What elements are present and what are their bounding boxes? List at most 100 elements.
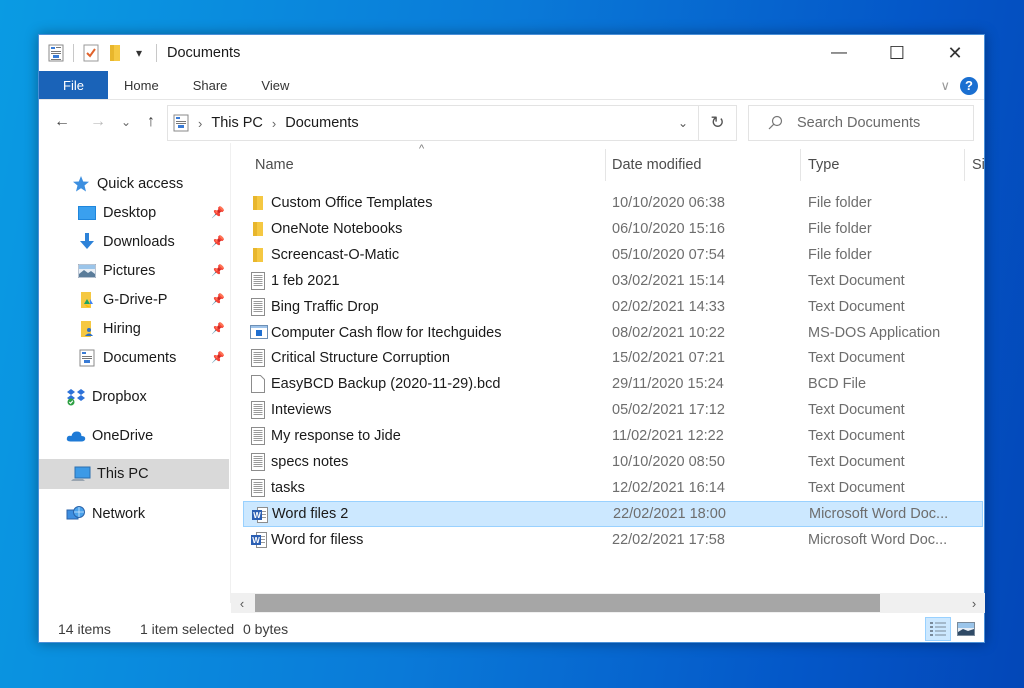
file-type: Microsoft Word Doc...: [808, 531, 948, 548]
file-type: BCD File: [808, 376, 867, 393]
file-row[interactable]: Computer Cash flow for Itechguides 08/02/…: [243, 320, 983, 346]
text-document-icon: [250, 453, 268, 471]
sidebar-item-label: Desktop: [103, 204, 157, 221]
file-date-modified: 29/11/2020 15:24: [612, 376, 724, 393]
file-type: Text Document: [808, 454, 905, 470]
pin-icon[interactable]: 📌: [211, 293, 225, 306]
file-name: OneNote Notebooks: [271, 220, 403, 237]
forward-button[interactable]: →: [87, 111, 109, 133]
minimize-button[interactable]: —: [810, 35, 868, 71]
sidebar-item-pictures[interactable]: Pictures 📌: [39, 256, 229, 285]
file-row[interactable]: specs notes 10/10/2020 08:50 Text Document: [243, 449, 983, 475]
pin-icon[interactable]: 📌: [211, 206, 225, 219]
column-divider[interactable]: [800, 149, 801, 181]
column-divider[interactable]: [964, 149, 965, 181]
recent-locations-button[interactable]: ⌄: [119, 111, 133, 133]
tab-home[interactable]: Home: [108, 71, 176, 99]
scrollbar-thumb[interactable]: [255, 594, 880, 612]
tab-share[interactable]: Share: [176, 71, 245, 99]
window-controls: — ☐ ✕: [810, 35, 984, 71]
up-button[interactable]: ↑: [141, 111, 161, 133]
sidebar-item-dropbox[interactable]: Dropbox: [39, 382, 229, 411]
toolbar-divider: [73, 44, 74, 62]
details-view-icon: [930, 622, 946, 636]
file-name: tasks: [271, 479, 305, 496]
search-box[interactable]: [748, 105, 974, 141]
file-name: Word files 2: [272, 505, 349, 522]
file-date-modified: 22/02/2021 18:00: [613, 505, 726, 522]
column-header-type[interactable]: Type: [808, 143, 958, 187]
pin-icon[interactable]: 📌: [211, 235, 225, 248]
close-button[interactable]: ✕: [926, 35, 984, 71]
breadcrumb-documents[interactable]: Documents: [285, 115, 358, 131]
properties-icon[interactable]: [47, 43, 65, 63]
back-button[interactable]: ←: [51, 111, 73, 133]
sidebar-item-quick-access[interactable]: Quick access: [39, 169, 229, 198]
navigation-pane: Quick access Desktop 📌 Downloads 📌 Pictu…: [39, 145, 229, 605]
address-dropdown-button[interactable]: ⌄: [668, 106, 698, 140]
expand-ribbon-icon[interactable]: ∨: [940, 78, 950, 94]
search-input[interactable]: [797, 115, 947, 131]
file-row[interactable]: OneNote Notebooks 06/10/2020 15:16 File fo…: [243, 216, 983, 242]
folder-icon: [250, 246, 268, 264]
file-row[interactable]: My response to Jide 11/02/2021 12:22 Text …: [243, 423, 983, 449]
file-date-modified: 12/02/2021 16:14: [612, 479, 725, 496]
tab-file[interactable]: File: [39, 71, 108, 99]
pin-icon[interactable]: 📌: [211, 351, 225, 364]
sidebar-item-this-pc[interactable]: This PC: [39, 459, 229, 489]
sidebar-item-onedrive[interactable]: OneDrive: [39, 421, 229, 450]
sidebar-item-desktop[interactable]: Desktop 📌: [39, 198, 229, 227]
help-icon[interactable]: ?: [960, 76, 978, 95]
download-icon: [77, 232, 97, 251]
text-document-icon: [250, 349, 268, 368]
sidebar-item-label: Network: [92, 505, 146, 522]
horizontal-scrollbar[interactable]: ‹ ›: [231, 593, 985, 613]
sidebar-item-hiring[interactable]: Hiring 📌: [39, 314, 229, 343]
scroll-right-button[interactable]: ›: [965, 593, 983, 613]
sidebar-item-network[interactable]: Network: [39, 499, 229, 528]
breadcrumb-this-pc[interactable]: This PC: [211, 115, 263, 131]
large-icons-view-button[interactable]: [953, 617, 979, 641]
file-row[interactable]: Inteviews 05/02/2021 17:12 Text Document: [243, 397, 983, 423]
sidebar-item-documents[interactable]: Documents 📌: [39, 343, 229, 372]
file-row[interactable]: Screencast-O-Matic 05/10/2020 07:54 File f…: [243, 242, 983, 268]
maximize-button[interactable]: ☐: [868, 35, 926, 71]
pin-icon[interactable]: 📌: [211, 322, 225, 335]
column-header-name[interactable]: Name: [255, 143, 595, 187]
column-header-date-modified[interactable]: Date modified: [612, 143, 792, 187]
address-bar[interactable]: › This PC › Documents ⌄: [167, 105, 699, 141]
customize-dropdown-icon[interactable]: ▾: [130, 43, 148, 63]
scroll-left-button[interactable]: ‹: [233, 593, 251, 613]
file-date-modified: 05/02/2021 17:12: [612, 402, 725, 419]
sidebar-item-label: Dropbox: [92, 388, 147, 405]
onedrive-icon: [66, 427, 86, 445]
sidebar-item-downloads[interactable]: Downloads 📌: [39, 227, 229, 256]
desktop-icon: [77, 204, 97, 222]
details-view-button[interactable]: [925, 617, 951, 641]
file-row[interactable]: Bing Traffic Drop 02/02/2021 14:33 Text Do…: [243, 294, 983, 320]
sidebar-item-g-drive-p[interactable]: G-Drive-P 📌: [39, 285, 229, 314]
sidebar-item-label: Documents: [103, 349, 177, 366]
file-type: File folder: [808, 220, 872, 237]
file-row[interactable]: Critical Structure Corruption 15/02/2021 …: [243, 345, 983, 371]
new-folder-icon[interactable]: [106, 43, 124, 63]
refresh-button[interactable]: ↻: [699, 105, 737, 141]
tab-view[interactable]: View: [244, 71, 306, 99]
checkmark-properties-icon[interactable]: [82, 43, 100, 63]
column-header-size[interactable]: Si: [972, 143, 985, 187]
file-row[interactable]: Custom Office Templates 10/10/2020 06:38 F…: [243, 190, 983, 216]
file-row[interactable]: tasks 12/02/2021 16:14 Text Document: [243, 475, 983, 501]
file-date-modified: 10/10/2020 08:50: [612, 454, 725, 470]
file-type: Text Document: [808, 428, 905, 445]
column-divider[interactable]: [605, 149, 606, 181]
network-icon: [66, 505, 86, 523]
breadcrumb-separator-icon: ›: [198, 115, 203, 131]
file-row[interactable]: 1 feb 2021 03/02/2021 15:14 Text Document: [243, 268, 983, 294]
file-row[interactable]: W Word for filess 22/02/2021 17:58 Microsof…: [243, 527, 983, 553]
status-bar: 14 items 1 item selected 0 bytes: [39, 615, 984, 643]
file-row[interactable]: EasyBCD Backup (2020-11-29).bcd 29/11/202…: [243, 371, 983, 397]
text-document-icon: [250, 271, 268, 290]
pin-icon[interactable]: 📌: [211, 264, 225, 277]
file-type: Text Document: [808, 350, 905, 367]
file-row[interactable]: W Word files 2 22/02/2021 18:00 Microsoft W…: [243, 500, 983, 527]
